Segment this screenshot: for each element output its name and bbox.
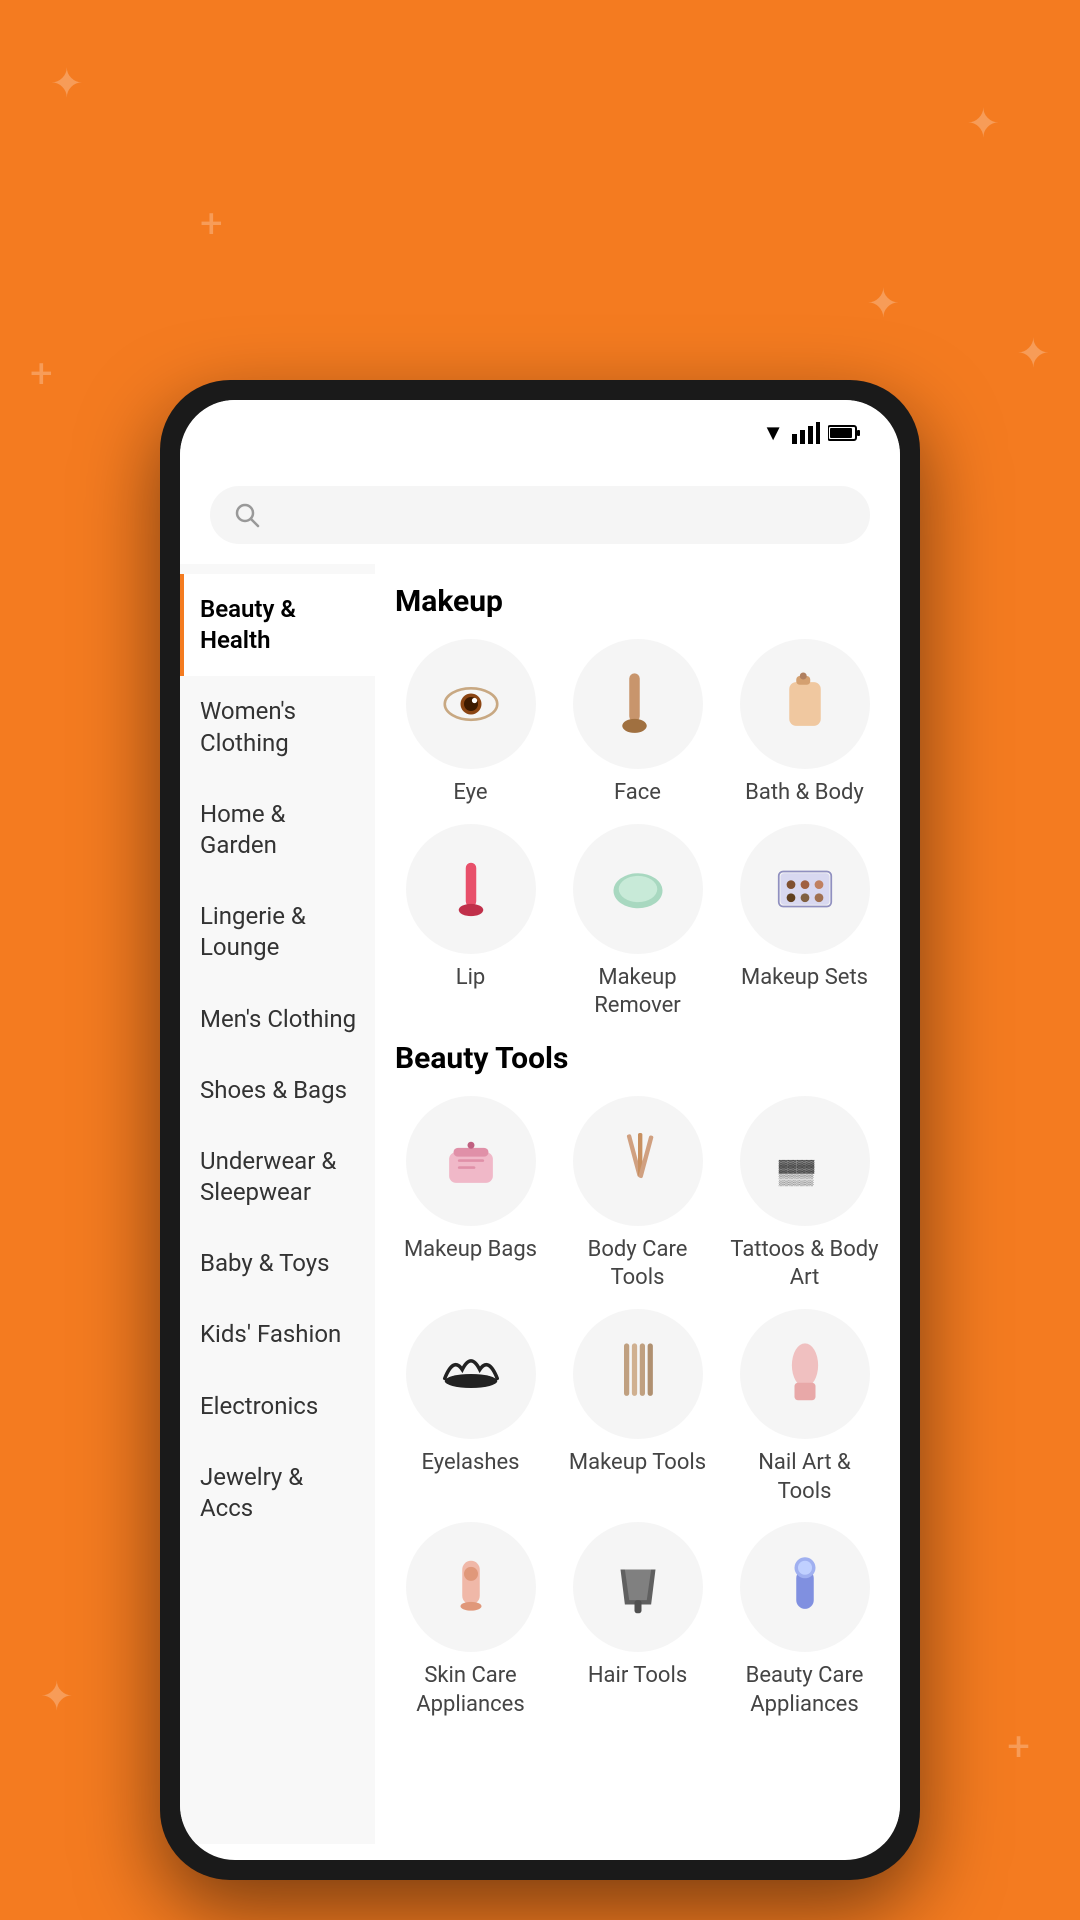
- sidebar-item-5[interactable]: Shoes & Bags: [180, 1055, 375, 1126]
- item-circle-2: ▓▓▓▓▒▒▒▒: [740, 1096, 870, 1226]
- category-item-makeup-remover[interactable]: Makeup Remover: [562, 824, 713, 1021]
- svg-text:▒▒▒▒: ▒▒▒▒: [778, 1172, 813, 1186]
- item-circle-4: [573, 824, 703, 954]
- item-circle-1: [573, 639, 703, 769]
- item-label: Makeup Tools: [569, 1449, 706, 1478]
- item-circle-5: [740, 1309, 870, 1439]
- phone-mockup: ▼: [160, 380, 920, 1880]
- items-grid-0: Eye Face Bath & Body Lip Makeup Remover Makeu…: [395, 639, 880, 1021]
- item-circle-8: [740, 1522, 870, 1652]
- category-item-body-care-tools[interactable]: Body Care Tools: [562, 1096, 713, 1293]
- search-container: [180, 486, 900, 564]
- sidebar-item-10[interactable]: Jewelry & Accs: [180, 1442, 375, 1544]
- search-icon: [234, 502, 260, 528]
- main-content: Beauty & HealthWomen's ClothingHome & Ga…: [180, 564, 900, 1844]
- sparkle-5: ✦: [40, 1673, 74, 1720]
- item-label: Makeup Bags: [404, 1236, 537, 1265]
- category-item-nail-art-&-tools[interactable]: Nail Art & Tools: [729, 1309, 880, 1506]
- item-label: Tattoos & Body Art: [729, 1236, 880, 1293]
- item-label: Eyelashes: [422, 1449, 520, 1478]
- item-label: Makeup Remover: [562, 964, 713, 1021]
- items-grid-1: Makeup Bags Body Care Tools ▓▓▓▓▒▒▒▒ Tattoo…: [395, 1096, 880, 1720]
- category-item-bath-&-body[interactable]: Bath & Body: [729, 639, 880, 808]
- item-label: Bath & Body: [745, 779, 864, 808]
- category-item-skin-care-appliances[interactable]: Skin Care Appliances: [395, 1522, 546, 1719]
- item-label: Body Care Tools: [562, 1236, 713, 1293]
- signal-icon: [792, 422, 820, 444]
- sidebar: Beauty & HealthWomen's ClothingHome & Ga…: [180, 564, 375, 1844]
- section-title-0: Makeup: [395, 584, 880, 619]
- category-item-makeup-tools[interactable]: Makeup Tools: [562, 1309, 713, 1506]
- sidebar-item-9[interactable]: Electronics: [180, 1371, 375, 1442]
- header-section: [0, 0, 1080, 80]
- wifi-icon: ▼: [762, 420, 784, 446]
- category-item-eyelashes[interactable]: Eyelashes: [395, 1309, 546, 1506]
- sparkle-2: ✦: [966, 100, 1000, 147]
- sparkle-8: ✦: [1016, 330, 1050, 377]
- sidebar-item-4[interactable]: Men's Clothing: [180, 984, 375, 1055]
- app-header: [180, 456, 900, 486]
- sparkle-4: ✦: [866, 280, 900, 327]
- item-label: Makeup Sets: [741, 964, 868, 993]
- item-circle-0: [406, 1096, 536, 1226]
- item-circle-3: [406, 1309, 536, 1439]
- phone-screen: ▼: [180, 400, 900, 1860]
- category-item-face[interactable]: Face: [562, 639, 713, 808]
- category-item-makeup-bags[interactable]: Makeup Bags: [395, 1096, 546, 1293]
- item-circle-4: [573, 1309, 703, 1439]
- sparkle-7: +: [30, 350, 53, 397]
- sidebar-item-6[interactable]: Underwear & Sleepwear: [180, 1126, 375, 1228]
- item-circle-1: [573, 1096, 703, 1226]
- item-label: Face: [614, 779, 661, 808]
- item-label: Nail Art & Tools: [729, 1449, 880, 1506]
- category-item-makeup-sets[interactable]: Makeup Sets: [729, 824, 880, 1021]
- sparkle-6: +: [1007, 1723, 1030, 1770]
- item-label: Beauty Care Appliances: [729, 1662, 880, 1719]
- search-bar[interactable]: [210, 486, 870, 544]
- sparkle-3: +: [200, 200, 223, 247]
- sidebar-item-1[interactable]: Women's Clothing: [180, 676, 375, 778]
- sidebar-item-0[interactable]: Beauty & Health: [180, 574, 375, 676]
- sidebar-item-8[interactable]: Kids' Fashion: [180, 1299, 375, 1370]
- item-circle-2: [740, 639, 870, 769]
- item-label: Skin Care Appliances: [395, 1662, 546, 1719]
- item-circle-5: [740, 824, 870, 954]
- item-circle-7: [573, 1522, 703, 1652]
- status-icons: ▼: [762, 420, 860, 446]
- category-content: Makeup Eye Face Bath & Body Lip Makeup Remove…: [375, 564, 900, 1844]
- item-circle-6: [406, 1522, 536, 1652]
- category-item-eye[interactable]: Eye: [395, 639, 546, 808]
- category-item-lip[interactable]: Lip: [395, 824, 546, 1021]
- item-label: Lip: [456, 964, 486, 993]
- sidebar-item-2[interactable]: Home & Garden: [180, 779, 375, 881]
- category-item-beauty-care-appliances[interactable]: Beauty Care Appliances: [729, 1522, 880, 1719]
- battery-icon: [828, 424, 860, 442]
- sidebar-item-7[interactable]: Baby & Toys: [180, 1228, 375, 1299]
- item-label: Eye: [453, 779, 487, 808]
- category-item-hair-tools[interactable]: Hair Tools: [562, 1522, 713, 1719]
- status-bar: ▼: [180, 400, 900, 456]
- item-circle-3: [406, 824, 536, 954]
- item-circle-0: [406, 639, 536, 769]
- category-item-tattoos-&-body-art[interactable]: ▓▓▓▓▒▒▒▒ Tattoos & Body Art: [729, 1096, 880, 1293]
- item-label: Hair Tools: [588, 1662, 687, 1691]
- sidebar-item-3[interactable]: Lingerie & Lounge: [180, 881, 375, 983]
- section-title-1: Beauty Tools: [395, 1041, 880, 1076]
